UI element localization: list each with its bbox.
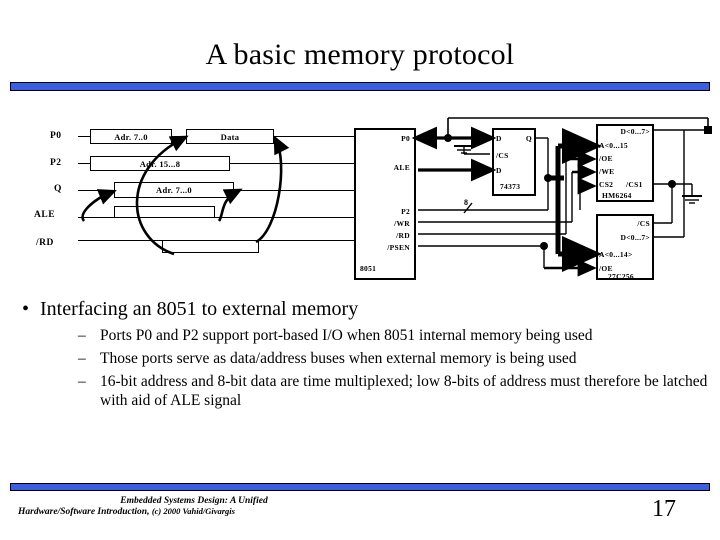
sub-bullet-3: – 16-bit address and 8-bit data are time… xyxy=(22,372,712,410)
timing-causality-arrows xyxy=(81,135,290,256)
dash-marker-1: – xyxy=(78,327,86,344)
sub-bullet-3-text: 16-bit address and 8-bit data are time m… xyxy=(100,373,708,409)
bullet-main-text: Interfacing an 8051 to external memory xyxy=(40,298,359,320)
page-number: 17 xyxy=(652,496,676,522)
circuit-diagram: P0 ALE P2 /WR /RD /PSEN 8051 D /CS D Q 7… xyxy=(352,116,720,286)
bullet-main: • Interfacing an 8051 to external memory xyxy=(22,296,712,322)
footer-line-1: Embedded Systems Design: A Unified xyxy=(120,496,268,506)
page-title: A basic memory protocol xyxy=(205,38,515,71)
slide: A basic memory protocol P0 P2 Q ALE /RD … xyxy=(0,0,720,540)
footer-copyright: (c) 2000 Vahid/Givargis xyxy=(151,506,235,516)
bullet-marker: • xyxy=(22,298,30,320)
sub-bullet-2: – Those ports serve as data/address buse… xyxy=(22,349,712,368)
title-divider-bar xyxy=(10,82,710,91)
dash-marker-2: – xyxy=(78,350,86,367)
sub-bullet-2-text: Those ports serve as data/address buses … xyxy=(100,350,577,367)
sub-bullet-1: – Ports P0 and P2 support port-based I/O… xyxy=(22,326,712,345)
sub-bullet-1-text: Ports P0 and P2 support port-based I/O w… xyxy=(100,327,593,344)
footer-book-title: Hardware/Software Introduction, xyxy=(18,507,150,517)
footer: Embedded Systems Design: A Unified Hardw… xyxy=(18,496,448,517)
circuit-wiring xyxy=(411,117,712,277)
content-bullets: • Interfacing an 8051 to external memory… xyxy=(22,296,712,410)
dash-marker-3: – xyxy=(78,373,86,390)
footer-divider-bar xyxy=(10,483,710,491)
footer-line-2: Hardware/Software Introduction, (c) 2000… xyxy=(18,506,448,517)
timing-diagram: P0 P2 Q ALE /RD Adr. 7..0 Data Adr. 15..… xyxy=(34,118,354,258)
